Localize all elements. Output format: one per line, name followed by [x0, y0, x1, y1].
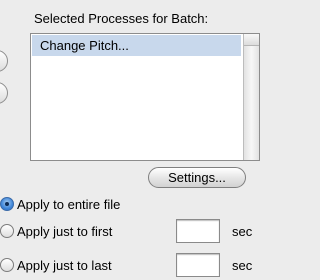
apply-last-option[interactable]: Apply just to last: [0, 255, 112, 275]
list-scrollbar[interactable]: [243, 34, 259, 160]
apply-last-radio[interactable]: [0, 258, 14, 272]
apply-entire-file-radio[interactable]: [0, 197, 14, 211]
selected-processes-heading: Selected Processes for Batch:: [34, 11, 209, 26]
apply-last-label: Apply just to last: [17, 257, 112, 273]
first-seconds-input[interactable]: [176, 219, 220, 243]
process-list-item[interactable]: Change Pitch...: [32, 35, 241, 56]
add-process-button[interactable]: [0, 50, 8, 72]
remove-process-button[interactable]: [0, 82, 8, 104]
apply-entire-file-option[interactable]: Apply to entire file: [0, 194, 120, 214]
scrollbar-cap: [244, 34, 259, 46]
selected-processes-list[interactable]: Change Pitch...: [30, 33, 260, 161]
last-seconds-unit: sec: [232, 258, 253, 273]
apply-entire-file-label: Apply to entire file: [17, 196, 121, 212]
apply-first-option[interactable]: Apply just to first: [0, 221, 112, 241]
last-seconds-input[interactable]: [176, 253, 220, 277]
apply-first-label: Apply just to first: [17, 223, 113, 239]
first-seconds-unit: sec: [232, 224, 253, 239]
settings-button[interactable]: Settings...: [148, 167, 246, 188]
apply-first-radio[interactable]: [0, 224, 14, 238]
